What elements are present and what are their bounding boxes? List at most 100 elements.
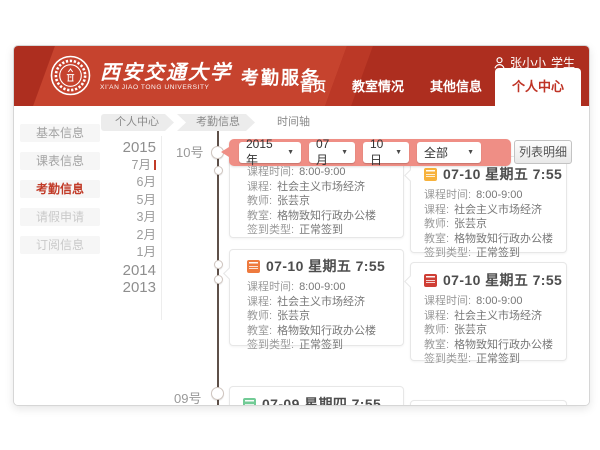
chevron-down-icon: ▼ bbox=[287, 149, 294, 156]
app-window: 西安交通大学 XI'AN JIAO TONG UNIVERSITY 考勤服务 张… bbox=[13, 45, 590, 406]
timeline-month-jan[interactable]: 1月 bbox=[99, 244, 156, 262]
field-value: 社会主义市场经济 bbox=[277, 296, 365, 308]
field-label: 教室: bbox=[424, 233, 449, 245]
content-area: 基本信息 课表信息 考勤信息 请假申请 订阅信息 个人中心 考勤信息 时间轴 2… bbox=[14, 106, 589, 405]
field-label: 教室: bbox=[424, 339, 449, 351]
field-label: 教师: bbox=[424, 218, 449, 230]
timeline-year-2013[interactable]: 2013 bbox=[99, 279, 156, 297]
field-value: 格物致知行政办公楼 bbox=[277, 210, 376, 222]
field-value: 格物致知行政办公楼 bbox=[454, 339, 553, 351]
chevron-down-icon: ▼ bbox=[395, 149, 402, 156]
field-label: 教室: bbox=[247, 210, 272, 222]
field-label: 教师: bbox=[424, 324, 449, 336]
timeline-node bbox=[214, 275, 223, 284]
year-dropdown[interactable]: 2015年 ▼ bbox=[239, 142, 301, 163]
filter-bar: 2015年 ▼ 07月 ▼ 10日 ▼ 全部 ▼ bbox=[229, 139, 511, 166]
sidebar-item-schedule-info[interactable]: 课表信息 bbox=[20, 152, 100, 170]
field-label: 签到类型: bbox=[247, 224, 294, 236]
sidebar-item-attendance-info[interactable]: 考勤信息 bbox=[20, 180, 100, 198]
timeline-month-feb[interactable]: 2月 bbox=[99, 227, 156, 245]
field-label: 签到类型: bbox=[424, 353, 471, 365]
sidebar-item-leave-request[interactable]: 请假申请 bbox=[20, 208, 100, 226]
university-name-en: XI'AN JIAO TONG UNIVERSITY bbox=[100, 84, 232, 91]
card-date: 07-10 星期五 7:55 bbox=[443, 270, 562, 290]
field-value: 张芸京 bbox=[454, 218, 487, 230]
field-label: 课程时间: bbox=[424, 189, 471, 201]
field-value: 社会主义市场经济 bbox=[454, 310, 542, 322]
field-value: 张芸京 bbox=[454, 324, 487, 336]
field-label: 课程: bbox=[247, 181, 272, 193]
field-value: 正常签到 bbox=[476, 247, 520, 259]
field-value: 正常签到 bbox=[299, 224, 343, 236]
timeline-year-rail: 2015 7月 6月 5月 3月 2月 1月 2014 2013 bbox=[99, 139, 156, 297]
field-value: 8:00-9:00 bbox=[299, 281, 345, 293]
breadcrumb-attendance-info[interactable]: 考勤信息 bbox=[177, 114, 255, 131]
field-label: 教室: bbox=[247, 325, 272, 337]
field-value: 8:00-9:00 bbox=[476, 295, 522, 307]
sidebar-item-basic-info[interactable]: 基本信息 bbox=[20, 124, 100, 142]
nav-other-info[interactable]: 其他信息 bbox=[417, 68, 495, 106]
timeline-year-2014[interactable]: 2014 bbox=[99, 262, 156, 280]
field-value: 社会主义市场经济 bbox=[454, 204, 542, 216]
field-value: 格物致知行政办公楼 bbox=[454, 233, 553, 245]
main-nav: 首页 教室情况 其他信息 个人中心 bbox=[287, 68, 581, 106]
calendar-icon bbox=[424, 274, 437, 287]
field-value: 8:00-9:00 bbox=[476, 189, 522, 201]
person-icon bbox=[494, 57, 505, 69]
university-seal-icon bbox=[50, 55, 91, 96]
field-label: 课程时间: bbox=[247, 281, 294, 293]
chevron-down-icon: ▼ bbox=[341, 149, 348, 156]
day-dropdown-value: 10日 bbox=[370, 137, 390, 168]
field-label: 课程时间: bbox=[424, 295, 471, 307]
scope-dropdown[interactable]: 全部 ▼ bbox=[417, 142, 481, 163]
timeline-month-jul-current[interactable]: 7月 bbox=[99, 157, 156, 175]
field-label: 教师: bbox=[247, 310, 272, 322]
field-label: 签到类型: bbox=[247, 339, 294, 351]
breadcrumb-timeline: 时间轴 bbox=[258, 114, 325, 131]
breadcrumb-personal-center[interactable]: 个人中心 bbox=[101, 114, 174, 131]
field-value: 正常签到 bbox=[476, 353, 520, 365]
field-value: 正常签到 bbox=[299, 339, 343, 351]
timeline-node bbox=[214, 260, 223, 269]
timeline-month-jun[interactable]: 6月 bbox=[99, 174, 156, 192]
breadcrumb: 个人中心 考勤信息 时间轴 bbox=[101, 114, 328, 131]
chevron-down-icon: ▼ bbox=[467, 149, 474, 156]
field-value: 张芸京 bbox=[277, 310, 310, 322]
timeline-node bbox=[211, 387, 224, 400]
field-label: 课程: bbox=[247, 296, 272, 308]
attendance-card: 07-10 星期五 7:55 课程时间:8:00-9:00 课程:社会主义市场经… bbox=[410, 156, 567, 253]
timeline-node bbox=[214, 166, 223, 175]
field-label: 课程: bbox=[424, 310, 449, 322]
month-dropdown[interactable]: 07月 ▼ bbox=[309, 142, 355, 163]
year-dropdown-value: 2015年 bbox=[246, 137, 282, 168]
timeline-month-may[interactable]: 5月 bbox=[99, 192, 156, 210]
nav-personal-center[interactable]: 个人中心 bbox=[495, 68, 581, 106]
timeline-year-2015[interactable]: 2015 bbox=[99, 139, 156, 157]
day-dropdown[interactable]: 10日 ▼ bbox=[363, 142, 409, 163]
sidebar-item-subscription-info[interactable]: 订阅信息 bbox=[20, 236, 100, 254]
timeline-month-mar[interactable]: 3月 bbox=[99, 209, 156, 227]
field-label: 教师: bbox=[247, 195, 272, 207]
university-logo: 西安交通大学 XI'AN JIAO TONG UNIVERSITY 考勤服务 bbox=[50, 55, 321, 96]
month-dropdown-value: 07月 bbox=[316, 137, 336, 168]
nav-classrooms[interactable]: 教室情况 bbox=[339, 68, 417, 106]
nav-home[interactable]: 首页 bbox=[287, 68, 339, 106]
attendance-card: 07-10 星期五 7:55 课程时间: 8:00-9:00 课程: 社会主义市场经… bbox=[410, 262, 567, 361]
calendar-icon bbox=[243, 398, 256, 407]
timeline-day-label-09: 09号 bbox=[174, 388, 201, 406]
card-date: 07-10 星期五 7:55 bbox=[266, 256, 385, 276]
sidebar: 基本信息 课表信息 考勤信息 请假申请 订阅信息 bbox=[14, 106, 106, 254]
field-value: 张芸京 bbox=[277, 195, 310, 207]
list-detail-button[interactable]: 列表明细 bbox=[514, 140, 572, 164]
calendar-icon bbox=[424, 168, 437, 181]
app-header: 西安交通大学 XI'AN JIAO TONG UNIVERSITY 考勤服务 张… bbox=[14, 46, 589, 106]
scope-dropdown-value: 全部 bbox=[424, 144, 448, 161]
calendar-icon bbox=[247, 260, 260, 273]
field-label: 签到类型: bbox=[424, 247, 471, 259]
field-label: 课程: bbox=[424, 204, 449, 216]
attendance-card-partial bbox=[410, 400, 567, 406]
field-value: 社会主义市场经济 bbox=[277, 181, 365, 193]
attendance-card: 07-09 星期四 7:55 bbox=[229, 386, 404, 406]
attendance-card: 07-10 星期五 7:55 课程时间: 8:00-9:00 课程: 社会主义市场经… bbox=[229, 249, 404, 346]
field-value: 格物致知行政办公楼 bbox=[277, 325, 376, 337]
